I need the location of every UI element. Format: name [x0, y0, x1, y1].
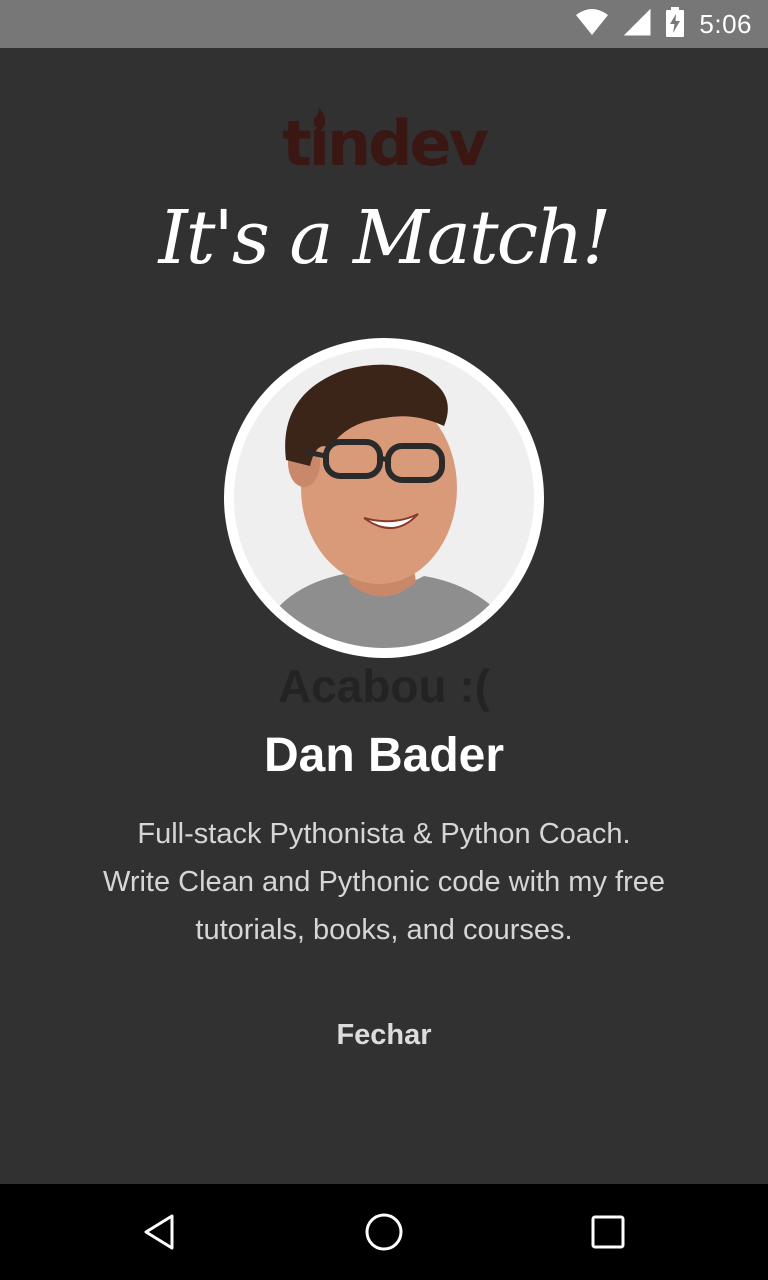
bio-line: Full-stack Pythonista & Python Coach. — [137, 818, 631, 850]
navigation-bar — [0, 1184, 768, 1280]
back-icon[interactable] — [130, 1202, 190, 1262]
profile-bio: Full-stack Pythonista & Python Coach. Wr… — [40, 810, 728, 954]
empty-state-text: Acabou :( — [277, 660, 491, 712]
home-icon[interactable] — [354, 1202, 414, 1262]
battery-charging-icon — [665, 6, 685, 42]
status-time: 5:06 — [699, 8, 752, 39]
match-screen: 5:06 tindev It's a Match! Acabou:(Dan … — [0, 0, 768, 1280]
match-title: It's a Match! — [158, 195, 612, 281]
wifi-icon — [575, 8, 609, 41]
bio-line: tutorials, books, and courses. — [195, 914, 573, 946]
recents-icon[interactable] — [578, 1202, 638, 1262]
profile-name: Dan Bader — [263, 729, 505, 782]
bio-line: Write Clean and Pythonic code with my fr… — [102, 866, 665, 898]
signal-icon — [623, 8, 651, 41]
status-bar: 5:06 — [0, 0, 768, 48]
app-logo: tindev — [282, 107, 489, 180]
close-button[interactable]: Fechar — [284, 1008, 484, 1062]
avatar — [224, 338, 544, 658]
status-icons: 5:06 — [575, 0, 752, 48]
avatar-photo — [234, 348, 534, 648]
